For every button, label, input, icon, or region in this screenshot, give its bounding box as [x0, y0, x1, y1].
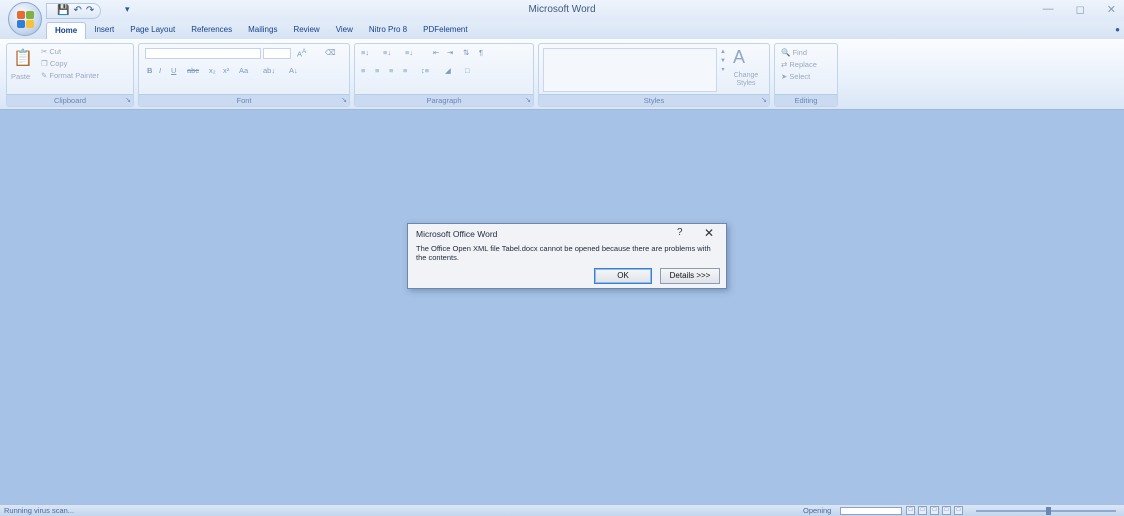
ribbon-help-icon[interactable]: ●: [1115, 25, 1120, 34]
underline-icon[interactable]: U: [171, 66, 176, 75]
minimize-button[interactable]: —: [1043, 3, 1054, 16]
align-center-icon[interactable]: ≡: [375, 66, 379, 75]
increase-indent-icon[interactable]: ⇥: [447, 48, 453, 57]
font-size-input[interactable]: [263, 48, 291, 59]
tab-page-layout[interactable]: Page Layout: [122, 22, 183, 39]
multilevel-list-icon[interactable]: ≡↓: [405, 48, 413, 57]
show-marks-icon[interactable]: ¶: [479, 48, 483, 57]
subscript-icon[interactable]: x₂: [209, 66, 216, 75]
office-logo-icon: [17, 11, 34, 28]
tab-insert[interactable]: Insert: [86, 22, 122, 39]
opening-label: Opening: [803, 506, 832, 515]
highlight-icon[interactable]: ab↓: [263, 66, 275, 75]
full-screen-reading-icon[interactable]: □: [918, 506, 927, 515]
dialog-help-button[interactable]: ?: [677, 227, 683, 238]
styles-group: ▲ ▼ ▾ A Change Styles Styles ↘: [538, 43, 770, 107]
ok-button[interactable]: OK: [594, 268, 652, 284]
font-color-icon[interactable]: A↓: [289, 66, 298, 75]
line-spacing-icon[interactable]: ↕≡: [421, 66, 429, 75]
italic-icon[interactable]: I: [159, 66, 161, 75]
paragraph-launcher-icon[interactable]: ↘: [525, 96, 531, 104]
align-right-icon[interactable]: ≡: [389, 66, 393, 75]
tab-review[interactable]: Review: [285, 22, 327, 39]
error-dialog: Microsoft Office Word ? ✕ The Office Ope…: [407, 223, 727, 289]
font-group-label: Font: [139, 94, 349, 106]
editing-group-label: Editing: [775, 94, 837, 106]
ribbon-tabs: Home Insert Page Layout References Maili…: [46, 22, 476, 39]
cut-button[interactable]: ✂ Cut: [41, 47, 61, 56]
bold-icon[interactable]: B: [147, 66, 152, 75]
status-text: Running virus scan...: [4, 506, 75, 515]
numbering-icon[interactable]: ≡↓: [383, 48, 391, 57]
font-group: AA ⌫ B I U abc x₂ x² Aa ab↓ A↓ Font ↘: [138, 43, 350, 107]
find-button[interactable]: 🔍 Find: [781, 48, 807, 57]
dialog-close-button[interactable]: ✕: [704, 226, 714, 240]
justify-icon[interactable]: ≡: [403, 66, 407, 75]
outline-view-icon[interactable]: □: [942, 506, 951, 515]
align-left-icon[interactable]: ≡: [361, 66, 365, 75]
window-title: Microsoft Word: [528, 4, 596, 15]
tab-mailings[interactable]: Mailings: [240, 22, 285, 39]
paste-button[interactable]: Paste: [11, 72, 30, 81]
close-window-button[interactable]: ✕: [1107, 3, 1116, 16]
editing-group: 🔍 Find ⇄ Replace ➤ Select Editing: [774, 43, 838, 107]
clipboard-launcher-icon[interactable]: ↘: [125, 96, 131, 104]
restore-button[interactable]: ◻: [1076, 3, 1085, 16]
opening-progress-bar: [840, 507, 902, 515]
superscript-icon[interactable]: x²: [223, 66, 229, 75]
change-case-icon[interactable]: Aa: [239, 66, 248, 75]
ribbon: 📋 Paste ✂ Cut ❐ Copy ✎ Format Painter Cl…: [0, 39, 1124, 110]
clear-formatting-icon[interactable]: ⌫: [325, 48, 336, 57]
change-styles-button[interactable]: Change Styles: [729, 72, 763, 88]
paragraph-group: ≡↓ ≡↓ ≡↓ ⇤ ⇥ ⇅ ¶ ≡ ≡ ≡ ≡ ↕≡ ◢ □ Paragrap…: [354, 43, 534, 107]
details-button[interactable]: Details >>>: [660, 268, 720, 284]
styles-launcher-icon[interactable]: ↘: [761, 96, 767, 104]
dialog-title: Microsoft Office Word: [416, 229, 498, 239]
decrease-indent-icon[interactable]: ⇤: [433, 48, 439, 57]
font-launcher-icon[interactable]: ↘: [341, 96, 347, 104]
copy-icon: ❐: [41, 59, 50, 68]
tab-home[interactable]: Home: [46, 22, 87, 39]
clipboard-group-label: Clipboard: [7, 94, 133, 106]
tab-nitro-pro[interactable]: Nitro Pro 8: [361, 22, 415, 39]
styles-group-label: Styles: [539, 94, 769, 106]
print-layout-view-icon[interactable]: □: [906, 506, 915, 515]
change-styles-icon[interactable]: A: [733, 47, 745, 68]
clipboard-group: 📋 Paste ✂ Cut ❐ Copy ✎ Format Painter Cl…: [6, 43, 134, 107]
tab-view[interactable]: View: [328, 22, 361, 39]
copy-button[interactable]: ❐ Copy: [41, 59, 67, 68]
zoom-slider-handle[interactable]: [1046, 507, 1051, 515]
web-layout-icon[interactable]: □: [930, 506, 939, 515]
grow-font-icon[interactable]: AA: [297, 48, 306, 59]
styles-gallery[interactable]: [543, 48, 717, 92]
styles-scroll-icon[interactable]: ▲ ▼ ▾: [719, 48, 727, 75]
paste-icon[interactable]: 📋: [13, 48, 33, 68]
draft-view-icon[interactable]: □: [954, 506, 963, 515]
bullets-icon[interactable]: ≡↓: [361, 48, 369, 57]
paragraph-group-label: Paragraph: [355, 94, 533, 106]
shading-icon[interactable]: ◢: [445, 66, 451, 75]
title-bar: 💾 ↶ ↷ ▾ Microsoft Word — ◻ ✕: [0, 0, 1124, 22]
replace-button[interactable]: ⇄ Replace: [781, 60, 817, 69]
tab-references[interactable]: References: [183, 22, 240, 39]
strikethrough-icon[interactable]: abc: [187, 66, 199, 75]
select-button[interactable]: ➤ Select: [781, 72, 810, 81]
find-icon: 🔍: [781, 48, 793, 57]
sort-icon[interactable]: ⇅: [463, 48, 469, 57]
status-bar: Running virus scan... Opening □ □ □ □ □: [0, 504, 1124, 516]
borders-icon[interactable]: □: [465, 66, 470, 75]
font-name-input[interactable]: [145, 48, 261, 59]
document-workspace: [0, 110, 1124, 504]
dialog-message: The Office Open XML file Tabel.docx cann…: [416, 244, 711, 262]
tab-pdfelement[interactable]: PDFelement: [415, 22, 475, 39]
format-painter-button[interactable]: ✎ Format Painter: [41, 71, 99, 80]
office-button[interactable]: [8, 2, 42, 36]
